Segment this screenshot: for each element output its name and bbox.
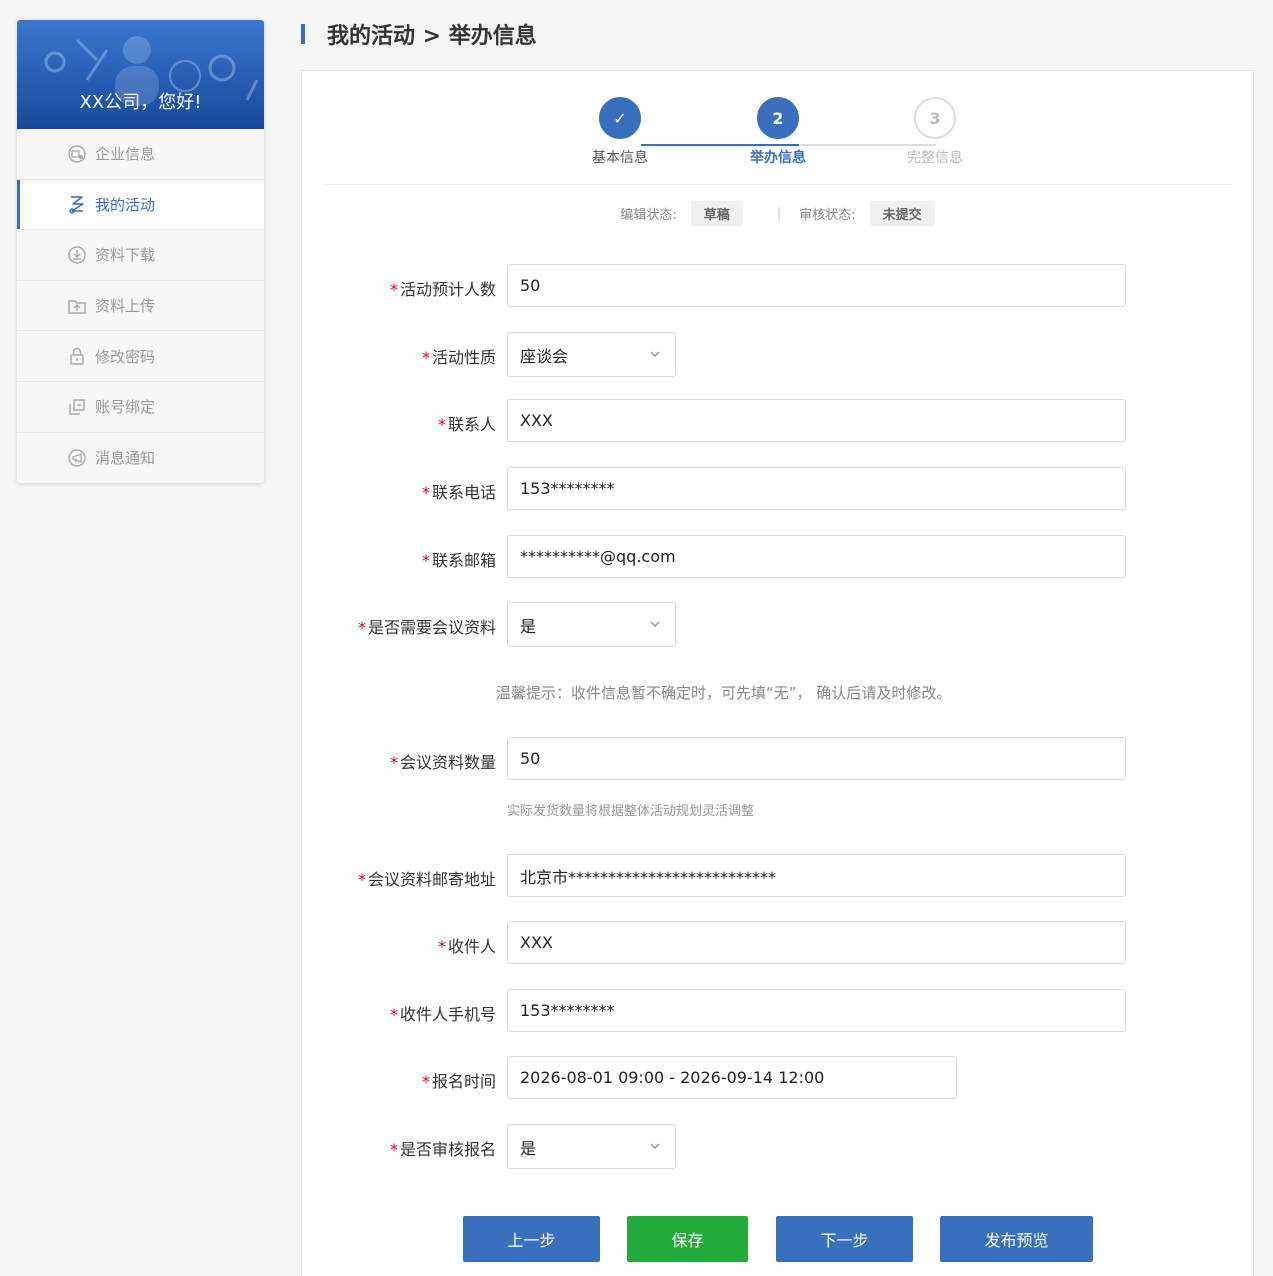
review-signup-select[interactable]: 是	[507, 1124, 676, 1169]
required-mark: *	[437, 415, 446, 434]
required-mark: *	[357, 870, 366, 889]
greeting: XX公司，您好!	[79, 92, 202, 113]
activity-type-select[interactable]: 座谈会	[507, 332, 676, 377]
step-complete-info: 3 完整信息	[875, 97, 995, 167]
materials-count-hint: 实际发货数量将根据整体活动规划灵活调整	[507, 804, 755, 819]
breadcrumb: 我的活动 > 举办信息	[301, 20, 537, 49]
link-icon	[67, 397, 87, 417]
sidebar-item-label: 资料下载	[95, 246, 156, 265]
contact-phone-input[interactable]: 153********	[507, 467, 1126, 510]
need-materials-select[interactable]: 是	[507, 602, 676, 647]
chevron-down-icon	[650, 1143, 660, 1150]
step-hosting-info: 2 举办信息	[718, 97, 838, 167]
required-mark: *	[389, 753, 398, 772]
field-label: * 报名时间	[421, 1072, 496, 1091]
publish-preview-button[interactable]: 发布预览	[940, 1216, 1093, 1262]
sidebar-item-download[interactable]: 资料下载	[17, 230, 264, 281]
required-mark: *	[421, 483, 430, 502]
required-mark: *	[437, 937, 446, 956]
shipping-tip: 温馨提示：收件信息暂不确定时，可先填“无”， 确认后请及时修改。	[496, 684, 952, 702]
sidebar-item-label: 我的活动	[95, 195, 156, 214]
contact-email-input[interactable]: **********@qq.com	[507, 535, 1126, 578]
review-status-label: 审核状态:	[799, 208, 856, 223]
field-label: * 会议资料邮寄地址	[357, 870, 496, 889]
main-panel: ✓ 基本信息 2 举办信息 3 完整信息 编辑状态: 草稿 | 审核状态: 未提…	[301, 70, 1254, 1276]
step-check-icon: ✓	[599, 97, 641, 139]
expected-count-input[interactable]: 50	[507, 264, 1126, 307]
field-label: * 会议资料数量	[389, 753, 496, 772]
field-label: * 是否审核报名	[389, 1140, 496, 1159]
chevron-down-icon	[650, 621, 660, 628]
status-row: 编辑状态: 草稿 | 审核状态: 未提交	[302, 201, 1253, 226]
step-label: 基本信息	[592, 150, 648, 166]
sidebar-item-my-activities[interactable]: 我的活动	[17, 179, 264, 231]
company-icon	[67, 144, 87, 164]
upload-icon	[67, 296, 87, 316]
review-status-badge: 未提交	[869, 201, 935, 226]
field-label: * 收件人手机号	[389, 1005, 496, 1024]
select-value: 是	[520, 616, 537, 636]
sidebar-item-label: 修改密码	[95, 347, 156, 366]
required-mark: *	[421, 551, 430, 570]
select-value: 是	[520, 1138, 537, 1158]
required-mark: *	[389, 1140, 398, 1159]
sidebar-item-label: 企业信息	[95, 145, 156, 164]
sidebar: XX公司，您好! 企业信息 我的活动 资料下载 资料上传 修改密码 账号绑定 消…	[17, 20, 264, 484]
progress-steps: ✓ 基本信息 2 举办信息 3 完整信息	[302, 97, 1253, 187]
required-mark: *	[421, 1072, 430, 1091]
prev-step-button[interactable]: 上一步	[463, 1216, 600, 1262]
sidebar-item-label: 消息通知	[95, 449, 156, 468]
field-label: * 活动预计人数	[389, 280, 496, 299]
step-label: 完整信息	[907, 150, 963, 166]
chevron-down-icon	[650, 351, 660, 358]
next-step-button[interactable]: 下一步	[776, 1216, 913, 1262]
edit-status-badge: 草稿	[690, 201, 743, 226]
select-value: 座谈会	[520, 346, 569, 366]
activity-icon	[67, 194, 87, 215]
required-mark: *	[421, 348, 430, 367]
step-label: 举办信息	[750, 150, 806, 166]
notification-icon	[67, 448, 87, 468]
step-basic-info: ✓ 基本信息	[560, 97, 680, 167]
materials-count-input[interactable]: 50	[507, 737, 1126, 780]
field-label: * 是否需要会议资料	[357, 618, 496, 637]
field-label: * 联系人	[437, 415, 496, 434]
sidebar-item-label: 账号绑定	[95, 398, 156, 417]
title-accent-bar	[301, 24, 305, 44]
download-icon	[67, 245, 87, 265]
required-mark: *	[357, 618, 366, 637]
mail-address-input[interactable]: 北京市**************************	[507, 854, 1126, 897]
required-mark: *	[389, 1005, 398, 1024]
lock-icon	[67, 346, 87, 366]
contact-input[interactable]: XXX	[507, 399, 1126, 442]
divider	[324, 184, 1231, 185]
sidebar-item-upload[interactable]: 资料上传	[17, 280, 264, 332]
signup-time-range-input[interactable]: 2026-08-01 09:00 - 2026-09-14 12:00	[507, 1056, 957, 1099]
save-button[interactable]: 保存	[627, 1216, 748, 1262]
status-separator: |	[776, 206, 782, 221]
recipient-input[interactable]: XXX	[507, 921, 1126, 964]
field-label: * 联系电话	[421, 483, 496, 502]
sidebar-item-notifications[interactable]: 消息通知	[17, 432, 264, 484]
field-label: * 联系邮箱	[421, 551, 496, 570]
field-label: * 活动性质	[421, 348, 496, 367]
sidebar-item-label: 资料上传	[95, 297, 156, 316]
edit-status-label: 编辑状态:	[620, 208, 677, 223]
sidebar-banner: XX公司，您好!	[17, 20, 264, 129]
required-mark: *	[389, 280, 398, 299]
sidebar-item-change-password[interactable]: 修改密码	[17, 331, 264, 382]
page-title: 我的活动 > 举办信息	[327, 24, 537, 49]
field-label: * 收件人	[437, 937, 496, 956]
recipient-phone-input[interactable]: 153********	[507, 989, 1126, 1032]
sidebar-item-company-info[interactable]: 企业信息	[17, 129, 264, 180]
sidebar-item-account-binding[interactable]: 账号绑定	[17, 381, 264, 433]
step-number: 2	[757, 97, 799, 139]
step-number: 3	[914, 97, 956, 139]
